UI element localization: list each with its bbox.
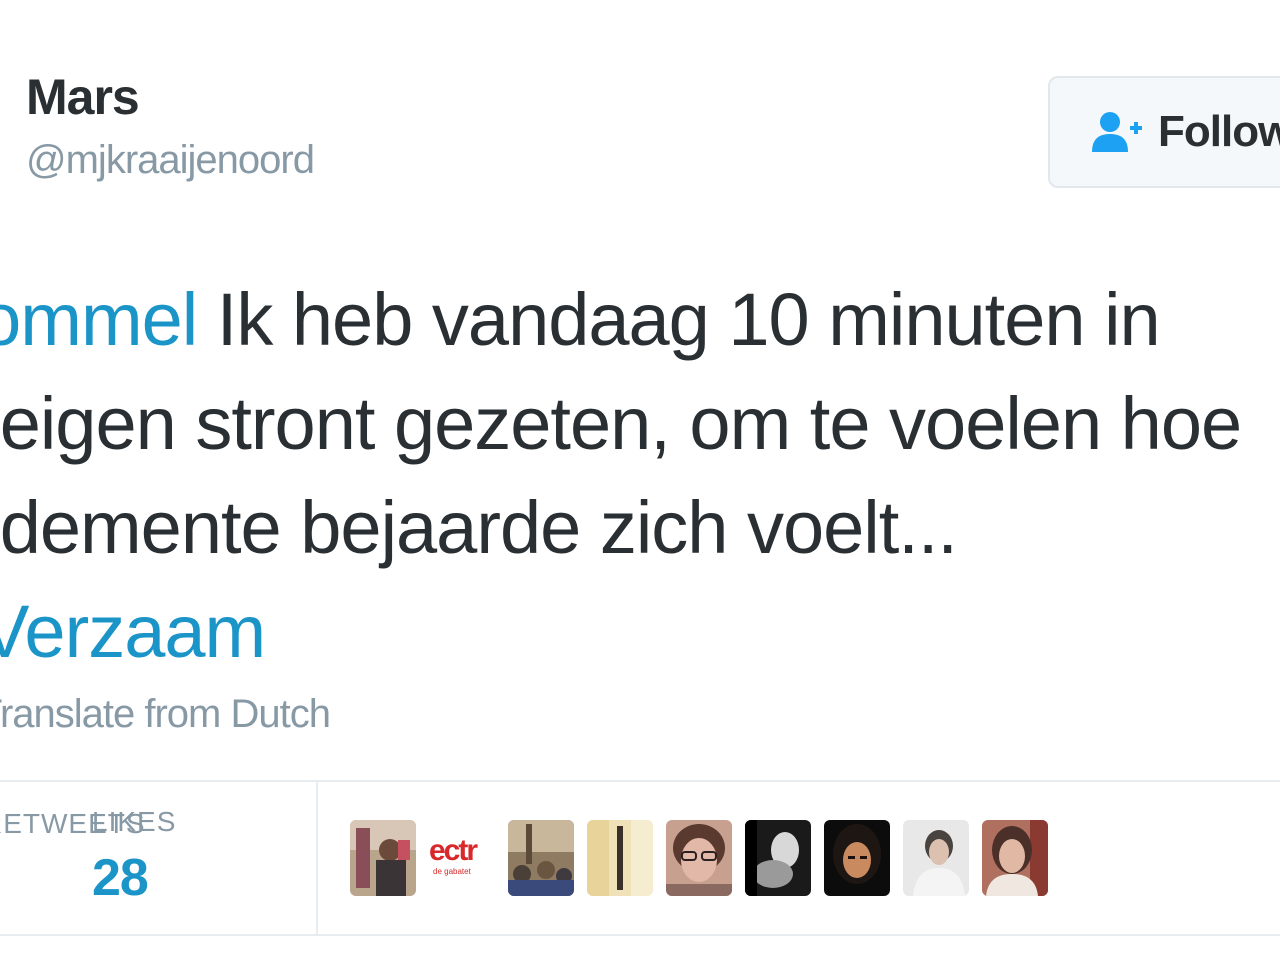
avatar-1-image <box>350 820 416 896</box>
avatar-2-logo-text: ectr <box>429 834 478 867</box>
translate-link[interactable]: Translate from Dutch <box>0 692 331 737</box>
likes-count: 28 <box>92 849 149 907</box>
avatar-3-image <box>508 820 574 896</box>
stats-row: RETWEETS LIKES 28 ectr <box>0 782 1280 934</box>
likes-stat[interactable]: LIKES 28 <box>92 806 177 907</box>
avatar-8-image <box>903 820 969 896</box>
liker-avatar-5[interactable] <box>666 820 732 896</box>
tweet-line-3: n demente bejaarde zich voelt... <box>0 486 958 569</box>
avatar-7-image <box>824 820 890 896</box>
liker-avatar-1[interactable] <box>350 820 416 896</box>
tweet-line-1: bommel Ik heb vandaag 10 minuten in <box>0 268 1280 372</box>
mention-link[interactable]: bommel <box>0 278 198 361</box>
user-handle[interactable]: @mjkraaijenoord <box>26 140 315 180</box>
liker-avatars: ectr de gabatet <box>350 820 1048 896</box>
liker-avatar-7[interactable] <box>824 820 890 896</box>
liker-avatar-4[interactable] <box>587 820 653 896</box>
avatar-2-logo-subtext: de gabatet <box>433 867 472 876</box>
avatar-9-image <box>982 820 1048 896</box>
stats-vertical-divider <box>316 782 318 934</box>
liker-avatar-2[interactable]: ectr de gabatet <box>429 820 495 896</box>
tweet-line-1-text: Ik heb vandaag 10 minuten in <box>197 278 1161 361</box>
avatar-5-image <box>666 820 732 896</box>
liker-avatar-3[interactable] <box>508 820 574 896</box>
avatar-4-image <box>587 820 653 896</box>
hashtag-link[interactable]: #Verzaam <box>0 580 1280 684</box>
liker-avatar-6[interactable] <box>745 820 811 896</box>
liker-avatar-9[interactable] <box>982 820 1048 896</box>
avatar-6-image <box>745 820 811 896</box>
add-user-icon <box>1092 112 1142 152</box>
tweet-text: bommel Ik heb vandaag 10 minuten in n ei… <box>0 268 1280 684</box>
liker-avatar-8[interactable] <box>903 820 969 896</box>
display-name[interactable]: Mars <box>26 72 314 122</box>
likes-label: LIKES <box>92 806 177 837</box>
tweet-line-2: n eigen stront gezeten, om te voelen hoe <box>0 382 1242 465</box>
user-header: Mars @mjkraaijenoord <box>26 72 315 180</box>
follow-label: Follow <box>1158 107 1280 156</box>
avatar-2-image: ectr de gabatet <box>429 820 495 896</box>
stats-bottom-divider <box>0 934 1280 936</box>
tweet-page: Mars @mjkraaijenoord Follow bommel Ik he… <box>0 0 1280 960</box>
follow-button[interactable]: Follow <box>1048 76 1280 188</box>
